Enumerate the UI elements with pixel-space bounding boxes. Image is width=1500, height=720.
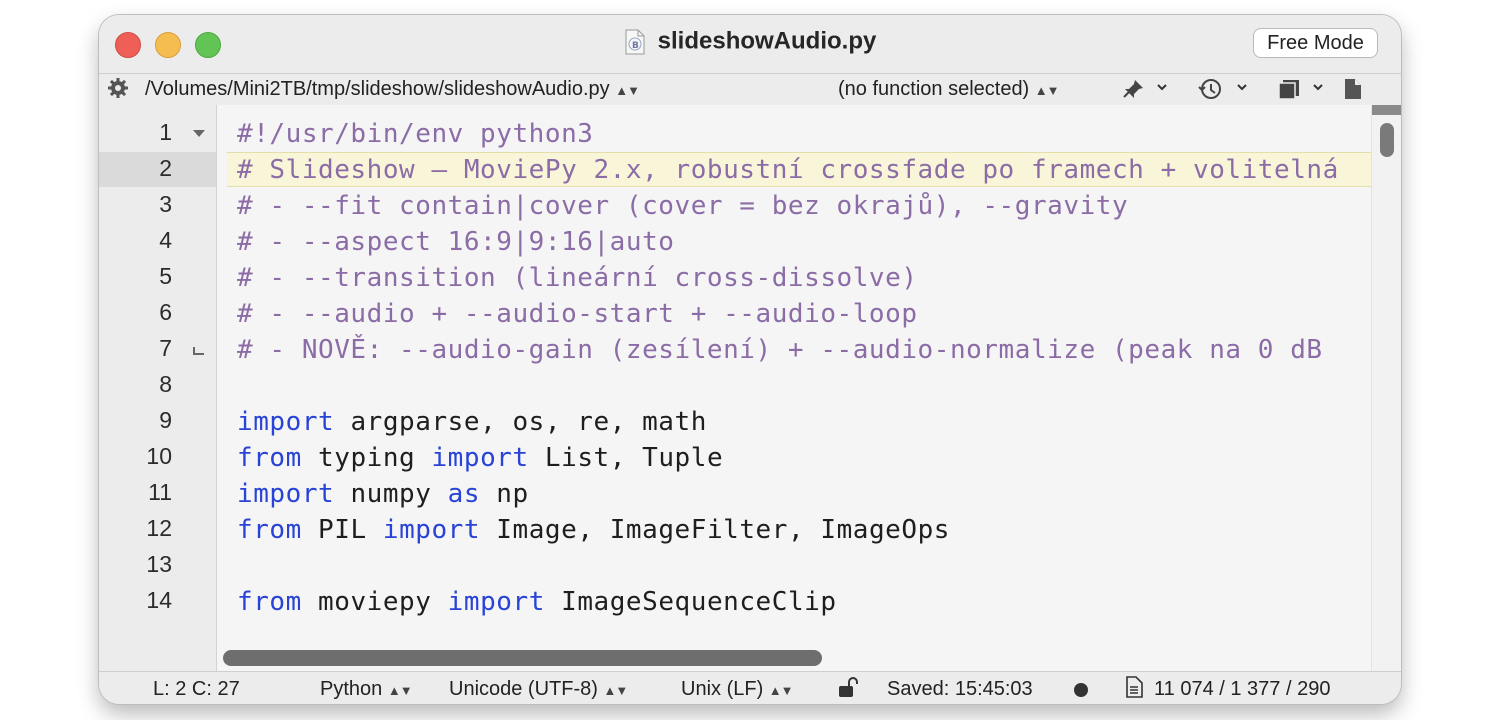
navigation-bar: /Volumes/Mini2TB/tmp/slideshow/slideshow…: [99, 73, 1401, 106]
window-chevron-icon[interactable]: [1313, 84, 1323, 92]
pin-chevron-icon[interactable]: [1157, 84, 1167, 92]
vertical-scroll-thumb[interactable]: [1380, 123, 1394, 157]
horizontal-scrollbar[interactable]: [217, 645, 1371, 671]
keyword-token: import: [237, 407, 335, 437]
line-endings-selector[interactable]: Unix (LF) ▲▼: [681, 678, 794, 701]
vertical-scrollbar[interactable]: [1371, 105, 1401, 671]
title-bar: B slideshowAudio.py Free Mode: [99, 15, 1401, 73]
code-token: moviepy: [301, 587, 448, 617]
encoding-label: Unicode (UTF-8): [449, 678, 598, 700]
code-token: np: [480, 479, 529, 509]
code-token: ImageSequenceClip: [544, 587, 837, 617]
keyword-token: import: [382, 515, 481, 545]
window-icon[interactable]: [1277, 78, 1301, 100]
code-line: # Slideshow – MoviePy 2.x, robustní cros…: [237, 155, 1339, 185]
pin-icon[interactable]: [1121, 78, 1145, 100]
line-number: 6: [159, 299, 172, 325]
status-bar: L: 2 C: 27 Python ▲▼ Unicode (UTF-8) ▲▼ …: [99, 671, 1401, 704]
history-icon[interactable]: [1197, 78, 1223, 100]
svg-text:B: B: [632, 41, 639, 51]
line-number: 10: [146, 443, 172, 469]
horizontal-scroll-thumb[interactable]: [223, 650, 822, 666]
path-chevron-icon: ▲▼: [615, 83, 640, 98]
line-number: 5: [159, 263, 172, 289]
line-endings-chevron-icon: ▲▼: [768, 683, 794, 698]
line-number: 13: [146, 551, 172, 577]
history-chevron-icon[interactable]: [1237, 84, 1247, 92]
code-token: typing: [301, 443, 432, 473]
code-line: # - --fit contain|cover (cover = bez okr…: [237, 191, 1128, 221]
comment-token: # - --aspect 16:9|9:16|auto: [237, 227, 675, 257]
code-line: from PIL import Image, ImageFilter, Imag…: [237, 515, 950, 545]
cursor-position[interactable]: L: 2 C: 27: [153, 678, 240, 701]
code-token: List, Tuple: [528, 443, 724, 473]
keyword-token: from: [237, 587, 302, 617]
code-line: import numpy as np: [237, 479, 529, 509]
comment-token: # Slideshow – MoviePy 2.x, robustní cros…: [237, 155, 1339, 185]
keyword-token: from: [237, 443, 302, 473]
code-line: import argparse, os, re, math: [237, 407, 707, 437]
file-path-selector[interactable]: /Volumes/Mini2TB/tmp/slideshow/slideshow…: [145, 78, 640, 101]
line-number: 14: [146, 587, 172, 613]
code-line: # - --audio + --audio-start + --audio-lo…: [237, 299, 918, 329]
code-token: PIL: [301, 515, 383, 545]
document-stats-icon: [1125, 676, 1143, 704]
line-number: 2: [159, 155, 172, 181]
keyword-token: from: [237, 515, 302, 545]
document-icon[interactable]: [1343, 78, 1363, 100]
line-number-gutter: 1 2 3 4 5 6 7 8 9 10 11 12 13 14: [99, 105, 217, 671]
function-label: (no function selected): [838, 78, 1030, 100]
code-editor[interactable]: #!/usr/bin/env python3 # Slideshow – Movi…: [217, 105, 1371, 671]
comment-token: # - --fit contain|cover (cover = bez okr…: [237, 191, 1129, 221]
bbedit-document-icon: B: [625, 29, 645, 55]
function-chevron-icon: ▲▼: [1034, 83, 1060, 98]
code-line: # - --aspect 16:9|9:16|auto: [237, 227, 675, 257]
line-number: 4: [159, 227, 172, 253]
split-bar[interactable]: [1372, 105, 1401, 115]
line-number: 9: [159, 407, 172, 433]
line-number: 11: [148, 479, 172, 505]
comment-token: #!/usr/bin/env python3: [237, 119, 594, 149]
code-line: from moviepy import ImageSequenceClip: [237, 587, 837, 617]
code-line: # - --transition (lineární cross-dissolv…: [237, 263, 918, 293]
keyword-token: as: [447, 479, 481, 509]
window-title-area: B slideshowAudio.py: [99, 27, 1401, 56]
language-label: Python: [320, 678, 383, 700]
line-number: 7: [159, 335, 172, 361]
window-title: slideshowAudio.py: [657, 27, 877, 55]
code-token: argparse, os, re, math: [334, 407, 707, 437]
gear-icon[interactable]: [107, 77, 129, 99]
editor-window: B slideshowAudio.py Free Mode /Volumes/M…: [99, 15, 1401, 704]
code-token: Image, ImageFilter, ImageOps: [480, 515, 950, 545]
file-path: /Volumes/Mini2TB/tmp/slideshow/slideshow…: [145, 78, 610, 100]
comment-token: # - --transition (lineární cross-dissolv…: [237, 263, 918, 293]
comment-token: # - NOVĚ: --audio-gain (zesílení) + --au…: [237, 335, 1323, 365]
comment-token: # - --audio + --audio-start + --audio-lo…: [237, 299, 918, 329]
saved-status: Saved: 15:45:03: [887, 678, 1033, 700]
function-selector[interactable]: (no function selected) ▲▼: [838, 78, 1060, 101]
code-line: # - NOVĚ: --audio-gain (zesílení) + --au…: [237, 335, 1323, 365]
encoding-chevron-icon: ▲▼: [603, 683, 628, 698]
encoding-selector[interactable]: Unicode (UTF-8) ▲▼: [449, 678, 628, 701]
document-counts[interactable]: 11 074 / 1 377 / 290: [1154, 678, 1330, 701]
line-number: 12: [146, 515, 172, 541]
code-token: numpy: [334, 479, 448, 509]
keyword-token: import: [237, 479, 335, 509]
free-mode-button[interactable]: Free Mode: [1253, 28, 1378, 58]
language-chevron-icon: ▲▼: [387, 683, 413, 698]
line-endings-label: Unix (LF): [681, 678, 764, 700]
line-number: 8: [159, 371, 172, 397]
fold-triangle-icon[interactable]: [193, 130, 205, 138]
code-line: from typing import List, Tuple: [237, 443, 723, 473]
fold-end-icon[interactable]: [193, 347, 205, 355]
keyword-token: import: [431, 443, 529, 473]
unlock-icon[interactable]: [837, 676, 859, 704]
unsaved-indicator-icon: [1073, 681, 1089, 704]
line-number: 1: [159, 119, 172, 145]
line-number: 3: [159, 191, 172, 217]
language-selector[interactable]: Python ▲▼: [320, 678, 413, 701]
keyword-token: import: [447, 587, 545, 617]
code-line: #!/usr/bin/env python3: [237, 119, 593, 149]
